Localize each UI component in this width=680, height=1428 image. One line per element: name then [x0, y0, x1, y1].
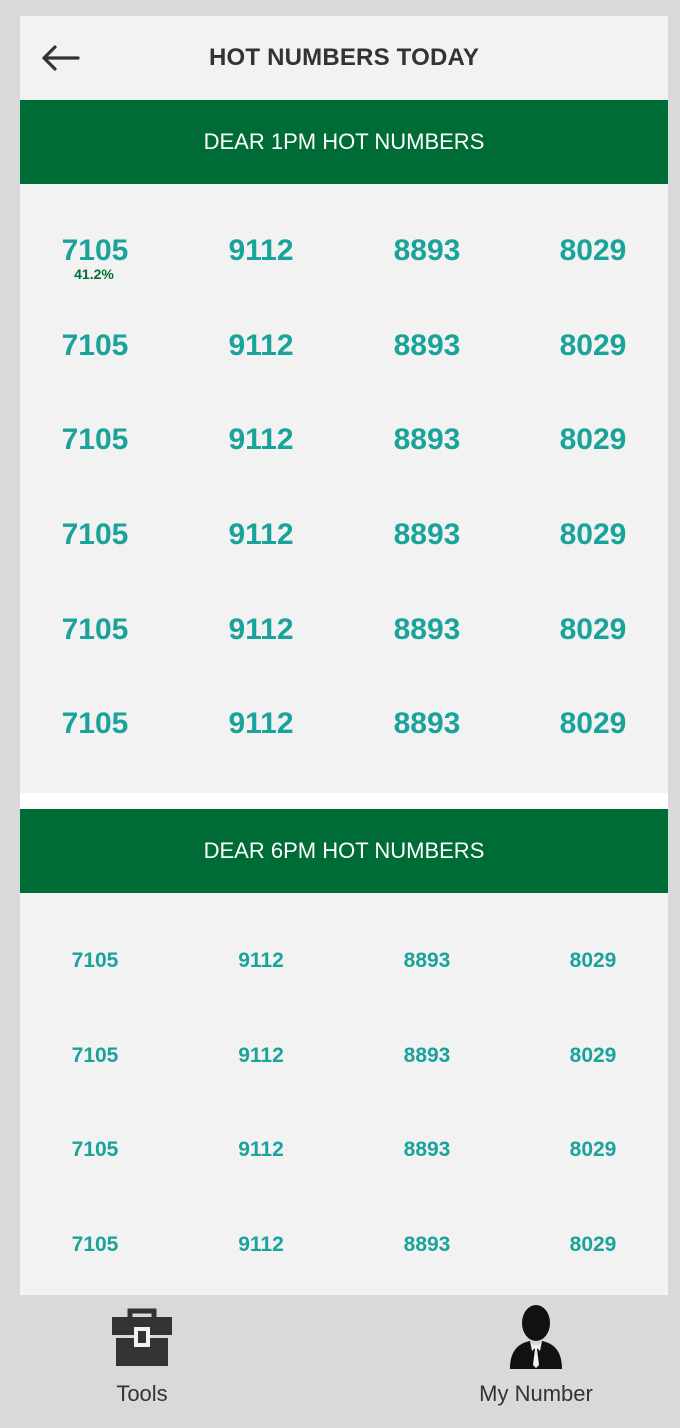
table-row: 7105 9112 8893 8029 [20, 707, 668, 767]
hot-number[interactable]: 8893 [344, 1233, 510, 1257]
table-row: 7105 9112 8893 8029 [20, 329, 668, 389]
app-frame: HOT NUMBERS TODAY DEAR 1PM HOT NUMBERS 7… [20, 16, 668, 1421]
hot-number[interactable]: 8029 [510, 423, 676, 457]
hot-number[interactable]: 7105 [12, 707, 178, 741]
hot-number[interactable]: 8029 [510, 1138, 676, 1162]
section-header-6pm: DEAR 6PM HOT NUMBERS [20, 809, 668, 893]
hot-number[interactable]: 8893 [344, 423, 510, 457]
hot-number[interactable]: 7105 [12, 423, 178, 457]
nav-tools-label: Tools [116, 1381, 168, 1406]
hot-number[interactable]: 8893 [344, 949, 510, 973]
hot-number[interactable]: 9112 [178, 707, 344, 741]
hot-number[interactable]: 7105 [12, 949, 178, 973]
section-divider [20, 793, 668, 809]
hot-number[interactable]: 9112 [178, 949, 344, 973]
nav-my-number-label: My Number [479, 1381, 593, 1406]
user-icon [510, 1305, 562, 1369]
hot-number[interactable]: 7105 [12, 329, 178, 363]
hot-number[interactable]: 8893 [344, 518, 510, 552]
hot-number[interactable]: 7105 [12, 518, 178, 552]
hot-number[interactable]: 7105 [12, 1044, 178, 1068]
bottom-nav: Tools My Number [20, 1295, 668, 1421]
table-row: 7105 9112 8893 8029 41.2% [20, 234, 668, 294]
hot-number[interactable]: 9112 [178, 1138, 344, 1162]
hot-number[interactable]: 8029 [510, 707, 676, 741]
hot-number[interactable]: 8029 [510, 949, 676, 973]
hot-number[interactable]: 8029 [510, 234, 676, 268]
table-row: 7105 9112 8893 8029 [20, 1044, 668, 1104]
hot-number[interactable]: 9112 [178, 234, 344, 268]
table-row: 7105 9112 8893 8029 [20, 1138, 668, 1198]
hot-number[interactable]: 8029 [510, 1044, 676, 1068]
hot-number[interactable]: 7105 [12, 613, 178, 647]
nav-my-number[interactable]: My Number [426, 1295, 646, 1421]
toolbox-icon [112, 1308, 172, 1366]
section-header-1pm: DEAR 1PM HOT NUMBERS [20, 100, 668, 184]
hot-number[interactable]: 7105 [12, 234, 178, 268]
hit-percentage: 41.2% [74, 266, 114, 282]
hot-number[interactable]: 8893 [344, 1044, 510, 1068]
hot-number[interactable]: 8029 [510, 613, 676, 647]
hot-number[interactable]: 7105 [12, 1138, 178, 1162]
table-row: 7105 9112 8893 8029 [20, 949, 668, 1009]
hot-number[interactable]: 9112 [178, 1044, 344, 1068]
hot-number[interactable]: 8029 [510, 329, 676, 363]
hot-number[interactable]: 8029 [510, 1233, 676, 1257]
top-bar: HOT NUMBERS TODAY [20, 16, 668, 100]
page-title: HOT NUMBERS TODAY [208, 44, 480, 71]
hot-number[interactable]: 9112 [178, 1233, 344, 1257]
hot-number[interactable]: 9112 [178, 423, 344, 457]
table-row: 7105 9112 8893 8029 [20, 423, 668, 483]
table-row: 7105 9112 8893 8029 [20, 613, 668, 673]
hot-number[interactable]: 9112 [178, 613, 344, 647]
hot-number[interactable]: 8893 [344, 613, 510, 647]
hot-number[interactable]: 8893 [344, 234, 510, 268]
table-row: 7105 9112 8893 8029 [20, 1233, 668, 1293]
hot-number[interactable]: 8029 [510, 518, 676, 552]
hot-number[interactable]: 8893 [344, 1138, 510, 1162]
hot-number[interactable]: 8893 [344, 329, 510, 363]
hot-number[interactable]: 9112 [178, 329, 344, 363]
table-row: 7105 9112 8893 8029 [20, 518, 668, 578]
hot-number[interactable]: 8893 [344, 707, 510, 741]
hot-number[interactable]: 7105 [12, 1233, 178, 1257]
nav-tools[interactable]: Tools [32, 1295, 252, 1421]
hot-number[interactable]: 9112 [178, 518, 344, 552]
